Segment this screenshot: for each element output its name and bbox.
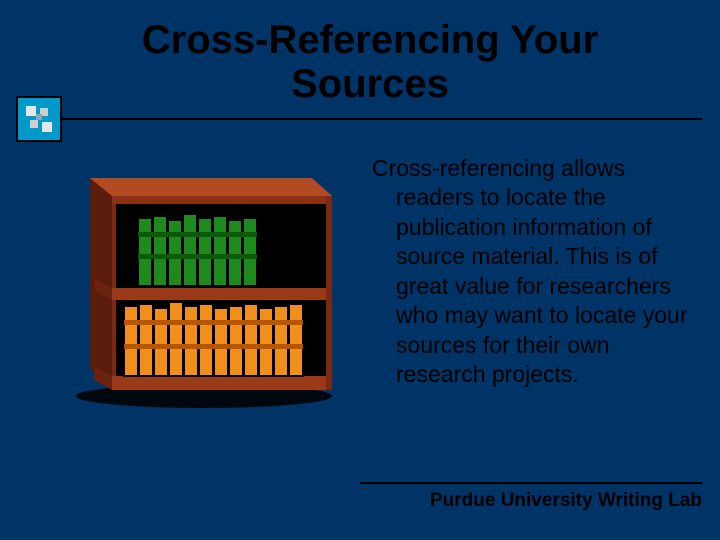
content-area: Cross-referencing allows readers to loca… [54, 150, 688, 470]
bookshelf-icon [54, 150, 354, 410]
footer-text: Purdue University Writing Lab [430, 490, 702, 512]
footer-divider [360, 482, 702, 484]
body-remainder: readers to locate the publication inform… [372, 183, 688, 389]
body-first-line: Cross-referencing allows [372, 155, 625, 181]
slide-title: Cross-Referencing Your Sources [0, 0, 720, 106]
slide: Cross-Referencing Your Sources [0, 0, 720, 540]
logo-icon [16, 96, 62, 142]
body-text: Cross-referencing allows readers to loca… [372, 150, 688, 470]
title-divider [48, 118, 702, 120]
